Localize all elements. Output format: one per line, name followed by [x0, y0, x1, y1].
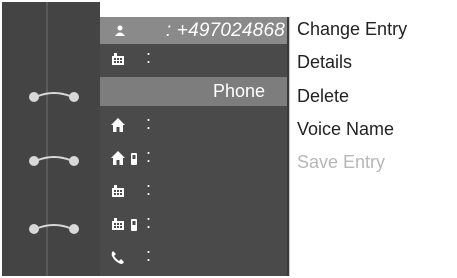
entry-label: Phone: [212, 81, 265, 101]
delete-menu-item[interactable]: Delete: [297, 86, 349, 107]
contact-number: : +497024868: [165, 20, 285, 41]
list-item[interactable]: :: [100, 176, 287, 205]
binder-ring-icon: [29, 156, 79, 166]
list-item[interactable]: :: [100, 110, 287, 139]
entry-value: :: [146, 212, 152, 232]
office-mobile-icon: [112, 218, 137, 231]
list-item[interactable]: :: [100, 209, 287, 238]
details-menu-item[interactable]: Details: [297, 52, 352, 73]
contact-header: : +497024868: [100, 17, 287, 44]
phone-handset-icon: [111, 251, 124, 264]
address-book-binder: [2, 2, 100, 276]
list-item[interactable]: :: [100, 44, 287, 73]
voice-name-menu-item[interactable]: Voice Name: [297, 119, 394, 140]
phone-book-screen: : +497024868 : Phone ::::: Change En…: [0, 0, 457, 278]
entry-value: :: [146, 179, 152, 199]
binder-ring-icon: [29, 224, 79, 234]
options-menu: Change Entry Details Delete Voice Name S…: [289, 17, 455, 276]
list-item[interactable]: :: [100, 242, 287, 271]
home-icon: [111, 118, 125, 132]
office-building-icon: [112, 53, 124, 65]
entry-value: :: [146, 245, 152, 265]
list-item-selected[interactable]: Phone: [100, 77, 287, 106]
binder-ring-icon: [29, 92, 79, 102]
save-entry-menu-item: Save Entry: [297, 152, 386, 172]
home-mobile-icon: [111, 151, 137, 165]
entry-list: : Phone : ::::: [100, 44, 287, 276]
entry-value: :: [146, 47, 152, 67]
person-icon: [115, 25, 125, 36]
list-item[interactable]: :: [100, 143, 287, 172]
entry-value: :: [146, 113, 152, 133]
office-building-icon: [112, 185, 124, 197]
change-entry-menu-item[interactable]: Change Entry: [297, 19, 407, 40]
entry-value: :: [146, 146, 152, 166]
